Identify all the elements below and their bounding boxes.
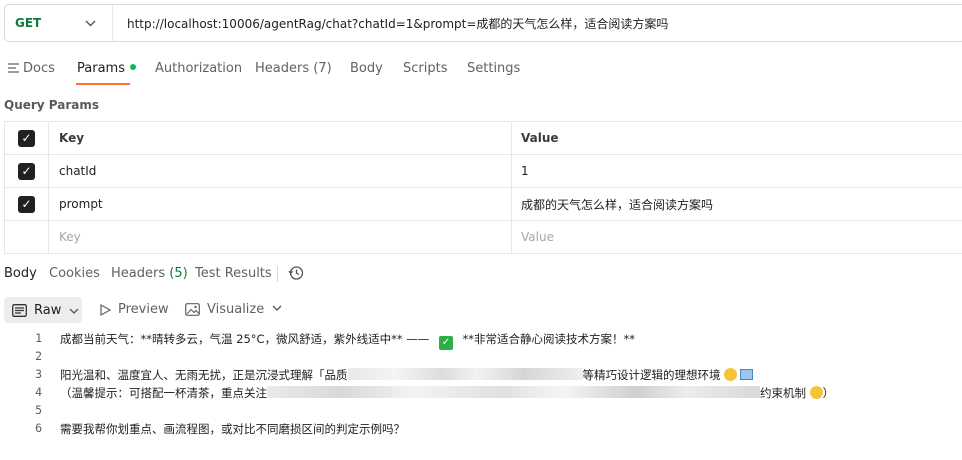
- active-dot-icon: [129, 64, 136, 70]
- key-column-header: Key: [49, 122, 512, 154]
- row-checkbox[interactable]: ✓: [4, 155, 49, 187]
- resp-tab-headers-label: Headers: [111, 266, 166, 281]
- line-number: 2: [35, 349, 42, 363]
- visualize-button[interactable]: Visualize: [185, 302, 264, 317]
- line-number: 3: [35, 367, 42, 381]
- resp-headers-count: (5): [169, 266, 188, 281]
- line-number: 1: [35, 331, 42, 345]
- docs-icon: [8, 63, 19, 73]
- chevron-down-icon: [69, 304, 79, 317]
- line-text: 阳光温和、温度宜人、无雨无扰，正是沉浸式理解「品质 等精巧设计逻辑的理想环境: [60, 367, 754, 383]
- checkmark-icon: ✓: [18, 129, 35, 147]
- tab-docs[interactable]: Docs: [8, 61, 55, 76]
- checkmark-icon: ✓: [18, 162, 35, 180]
- preview-button[interactable]: Preview: [100, 302, 169, 317]
- tab-docs-label: Docs: [23, 61, 55, 76]
- query-params-table: ✓ Key Value ✓ chatId 1 ✓ prompt 成都的天气怎么样…: [4, 121, 962, 254]
- book-emoji-icon: [740, 369, 754, 380]
- select-all-checkbox[interactable]: ✓: [4, 122, 49, 154]
- table-row: ✓ prompt 成都的天气怎么样，适合阅读方案吗: [4, 188, 962, 221]
- tab-settings[interactable]: Settings: [467, 61, 520, 76]
- line-number: 5: [35, 403, 42, 417]
- redacted-text: [267, 386, 760, 398]
- line-text: （温馨提示：可搭配一杯清茶，重点关注 约束机制 ）: [60, 386, 835, 400]
- table-row: ✓ chatId 1: [4, 155, 962, 188]
- resp-tab-test-results[interactable]: Test Results: [195, 266, 272, 281]
- check-mark-emoji-icon: ✓: [438, 336, 453, 350]
- resp-tab-cookies[interactable]: Cookies: [49, 266, 100, 281]
- image-icon: [185, 303, 200, 316]
- play-icon: [100, 303, 111, 316]
- new-value-input[interactable]: Value: [512, 221, 962, 253]
- line-number: 4: [35, 385, 42, 399]
- request-tabs: Docs Params Authorization Headers (7) Bo…: [0, 52, 962, 86]
- tab-authorization[interactable]: Authorization: [155, 61, 242, 76]
- row-checkbox[interactable]: ✓: [4, 188, 49, 220]
- url-input[interactable]: http://localhost:10006/agentRag/chat?cha…: [113, 15, 668, 32]
- table-row-empty: Key Value: [4, 221, 962, 254]
- visualize-chevron-icon[interactable]: [272, 305, 282, 311]
- tab-headers[interactable]: Headers (7): [255, 61, 332, 76]
- preview-label: Preview: [118, 302, 169, 317]
- tab-scripts[interactable]: Scripts: [403, 61, 447, 76]
- row-checkbox-empty: [4, 221, 49, 253]
- url-bar: GET http://localhost:10006/agentRag/chat…: [4, 4, 962, 42]
- active-tab-indicator: [76, 83, 130, 85]
- query-params-title: Query Params: [4, 98, 100, 112]
- redacted-text: [347, 368, 583, 380]
- history-icon[interactable]: [288, 265, 304, 285]
- tab-params-label: Params: [77, 61, 125, 76]
- param-value[interactable]: 1: [512, 155, 962, 187]
- param-value[interactable]: 成都的天气怎么样，适合阅读方案吗: [512, 188, 962, 220]
- resp-tab-headers[interactable]: Headers (5): [111, 266, 188, 281]
- new-key-input[interactable]: Key: [49, 221, 512, 253]
- raw-format-select[interactable]: Raw: [4, 297, 82, 323]
- line-text: 需要我帮你划重点、画流程图，或对比不同磨损区间的判定示例吗？: [60, 422, 405, 436]
- smile-emoji-icon: [724, 368, 738, 381]
- chevron-down-icon: [85, 16, 96, 30]
- tab-params[interactable]: Params: [77, 61, 136, 76]
- value-column-header: Value: [521, 131, 559, 145]
- checkmark-icon: ✓: [18, 195, 35, 213]
- raw-icon: [12, 303, 27, 317]
- visualize-label: Visualize: [207, 302, 265, 317]
- param-key[interactable]: chatId: [49, 155, 512, 187]
- divider: [277, 266, 278, 282]
- response-tabs: Body Cookies Headers (5) Test Results: [0, 262, 962, 288]
- line-number: 6: [35, 421, 42, 435]
- tab-body[interactable]: Body: [350, 61, 383, 76]
- resp-tab-body[interactable]: Body: [4, 266, 37, 281]
- table-header-row: ✓ Key Value: [4, 122, 962, 155]
- method-label: GET: [15, 16, 42, 30]
- raw-label: Raw: [34, 302, 62, 318]
- method-select[interactable]: GET: [5, 5, 113, 41]
- line-text: 成都当前天气：**晴转多云，气温 25°C，微风舒适，紫外线适中** —— ✓ …: [60, 332, 636, 350]
- wink-emoji-icon: [809, 386, 823, 399]
- param-key[interactable]: prompt: [49, 188, 512, 220]
